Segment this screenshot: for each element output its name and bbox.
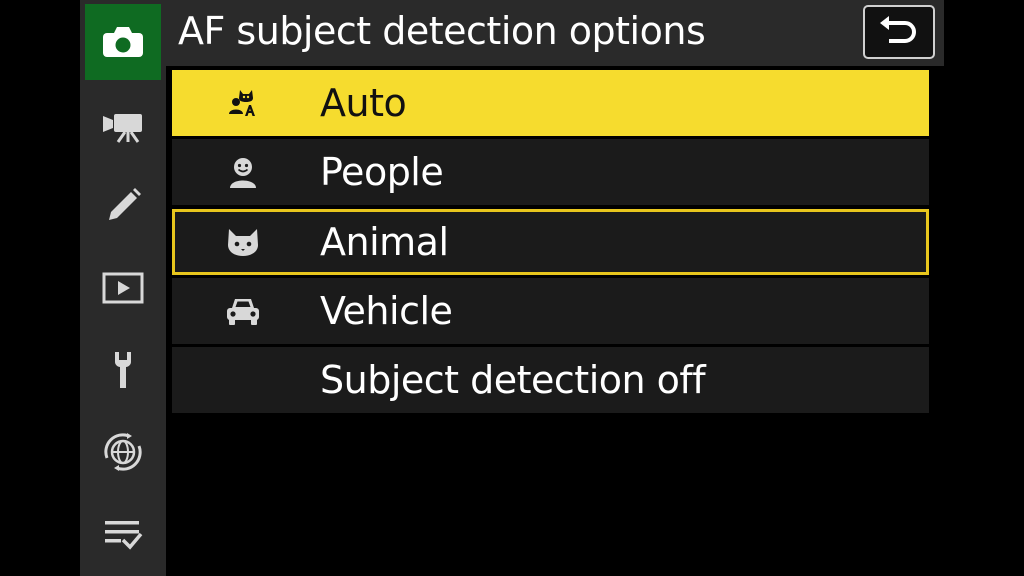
option-label: People: [320, 150, 444, 194]
play-icon: [102, 272, 144, 304]
return-arrow-icon: [880, 16, 916, 43]
tab-setup[interactable]: [80, 330, 166, 410]
movie-camera-icon: [103, 114, 142, 143]
option-animal[interactable]: Animal: [172, 209, 929, 275]
tab-my-menu[interactable]: [80, 494, 166, 574]
menu-header: AF subject detection options: [166, 0, 944, 66]
pencil-icon: [109, 188, 141, 220]
option-vehicle[interactable]: Vehicle: [172, 278, 929, 344]
option-label: Subject detection off: [320, 358, 706, 402]
wrench-icon: [115, 352, 131, 388]
camera-menu-screen: AF subject detection options Auto People…: [0, 0, 1024, 576]
tab-video-recording[interactable]: [80, 86, 166, 166]
car-icon: [220, 293, 266, 329]
option-people[interactable]: People: [172, 139, 929, 205]
camera-icon: [103, 27, 143, 57]
tab-custom-settings[interactable]: [80, 166, 166, 246]
page-title: AF subject detection options: [178, 9, 706, 53]
person-face-icon: [220, 154, 266, 190]
option-label: Auto: [320, 81, 407, 125]
menu-tab-rail: [80, 0, 166, 576]
globe-network-icon: [104, 433, 142, 471]
tab-network[interactable]: [80, 412, 166, 492]
option-auto[interactable]: Auto: [172, 70, 929, 136]
option-label: Vehicle: [320, 289, 453, 333]
auto-subject-icon: [220, 85, 266, 121]
option-label: Animal: [320, 220, 449, 264]
back-button[interactable]: [863, 5, 935, 59]
animal-face-icon: [220, 224, 266, 260]
list-check-icon: [105, 521, 143, 550]
option-subject-detection-off[interactable]: Subject detection off: [172, 347, 929, 413]
tab-photo-shooting[interactable]: [85, 4, 161, 80]
tab-playback[interactable]: [80, 248, 166, 328]
